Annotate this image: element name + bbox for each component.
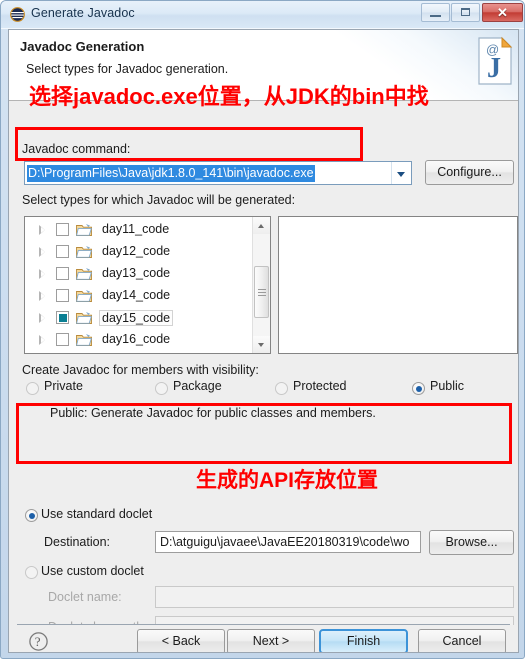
radio-package[interactable]: [155, 382, 168, 395]
tree-row[interactable]: day15_code: [25, 307, 253, 329]
annotation-note-api-destination: 生成的API存放位置: [196, 469, 379, 492]
radio-protected[interactable]: [275, 382, 288, 395]
finish-button[interactable]: Finish: [319, 629, 408, 652]
select-types-label: Select types for which Javadoc will be g…: [22, 193, 296, 207]
tree-row[interactable]: day11_code: [25, 219, 253, 241]
tree-row[interactable]: day16_code: [25, 329, 253, 351]
javadoc-command-dropdown-button[interactable]: [391, 162, 411, 184]
dialog-client-area: Javadoc Generation Select types for Java…: [8, 29, 519, 653]
tree-row[interactable]: day13_code: [25, 263, 253, 285]
window-title: Generate Javadoc: [31, 6, 135, 20]
configure-button[interactable]: Configure...: [425, 160, 514, 185]
tree-row[interactable]: day12_code: [25, 241, 253, 263]
radio-package-label[interactable]: Package: [173, 379, 222, 393]
expand-arrow-icon[interactable]: [39, 291, 45, 301]
back-button[interactable]: < Back: [137, 629, 225, 652]
tree-vertical-scrollbar[interactable]: [252, 217, 270, 353]
close-button[interactable]: ✕: [482, 3, 523, 22]
folder-icon: [76, 245, 92, 258]
tree-item-label[interactable]: day12_code: [99, 244, 173, 258]
radio-public[interactable]: [412, 382, 425, 395]
scroll-up-arrow-icon[interactable]: [253, 217, 270, 234]
folder-icon: [76, 267, 92, 280]
tree-checkbox[interactable]: [56, 245, 69, 258]
types-tree-panel[interactable]: day11_code day12_code day13_code day14_c…: [24, 216, 271, 354]
radio-private[interactable]: [26, 382, 39, 395]
tree-item-label[interactable]: day11_code: [99, 222, 172, 236]
tree-row[interactable]: day14_code: [25, 285, 253, 307]
cancel-button[interactable]: Cancel: [418, 629, 506, 652]
wizard-body: Javadoc command: D:\ProgramFiles\Java\jd…: [9, 101, 518, 638]
page-subtitle: Select types for Javadoc generation.: [26, 62, 229, 76]
minimize-button[interactable]: [421, 3, 450, 22]
radio-use-standard-doclet[interactable]: [25, 509, 38, 522]
tree-item-label[interactable]: day16_code: [99, 332, 173, 346]
folder-icon: [76, 311, 92, 324]
radio-use-custom-doclet[interactable]: [25, 566, 38, 579]
javadoc-app-icon: [10, 7, 25, 22]
folder-icon: [76, 333, 92, 346]
maximize-button[interactable]: [451, 3, 480, 22]
tree-item-label[interactable]: day13_code: [99, 266, 173, 280]
types-detail-panel[interactable]: [278, 216, 518, 354]
javadoc-command-value[interactable]: D:\ProgramFiles\Java\jdk1.8.0_141\bin\ja…: [27, 165, 315, 182]
tree-checkbox[interactable]: [56, 267, 69, 280]
use-standard-doclet-label[interactable]: Use standard doclet: [41, 507, 152, 521]
destination-label: Destination:: [44, 535, 111, 549]
doclet-name-input: [155, 586, 514, 608]
expand-arrow-icon[interactable]: [39, 225, 45, 235]
expand-arrow-icon[interactable]: [39, 269, 45, 279]
generate-javadoc-window: Generate Javadoc ✕ Javadoc Generation Se…: [0, 0, 525, 659]
expand-arrow-icon[interactable]: [39, 335, 45, 345]
annotation-box-javadoc-command: [15, 127, 363, 161]
expand-arrow-icon[interactable]: [39, 247, 45, 257]
use-custom-doclet-label[interactable]: Use custom doclet: [41, 564, 144, 578]
wizard-footer: ? < Back Next > Finish Cancel: [9, 625, 518, 652]
tree-checkbox[interactable]: [56, 333, 69, 346]
destination-input[interactable]: D:\atguigu\javaee\JavaEE20180319\code\wo: [155, 531, 421, 553]
tree-item-label[interactable]: day15_code: [99, 310, 174, 326]
help-question-icon[interactable]: ?: [29, 632, 48, 651]
tree-checkbox[interactable]: [56, 289, 69, 302]
folder-icon: [76, 289, 92, 302]
title-bar: Generate Javadoc ✕: [1, 1, 524, 29]
scrollbar-thumb[interactable]: [254, 266, 269, 318]
browse-button[interactable]: Browse...: [429, 530, 514, 555]
svg-text:J: J: [487, 53, 501, 84]
radio-protected-label[interactable]: Protected: [293, 379, 347, 393]
javadoc-command-combo[interactable]: D:\ProgramFiles\Java\jdk1.8.0_141\bin\ja…: [24, 161, 412, 185]
tree-checkbox[interactable]: [56, 311, 69, 324]
folder-icon: [76, 223, 92, 236]
annotation-box-standard-doclet: [16, 403, 512, 464]
chevron-down-icon: [397, 172, 405, 177]
page-title: Javadoc Generation: [20, 39, 145, 54]
annotation-note-javadoc-path: 选择javadoc.exe位置，从JDK的bin中找: [29, 84, 429, 109]
scroll-down-arrow-icon[interactable]: [253, 336, 270, 353]
next-button[interactable]: Next >: [227, 629, 315, 652]
radio-public-label[interactable]: Public: [430, 379, 464, 393]
svg-text:?: ?: [35, 634, 41, 649]
expand-arrow-icon[interactable]: [39, 313, 45, 323]
visibility-label: Create Javadoc for members with visibili…: [22, 363, 259, 377]
tree-checkbox[interactable]: [56, 223, 69, 236]
javadoc-page-icon: @ J: [475, 36, 515, 86]
doclet-name-label: Doclet name:: [48, 590, 122, 604]
tree-item-label[interactable]: day14_code: [99, 288, 173, 302]
radio-private-label[interactable]: Private: [44, 379, 83, 393]
